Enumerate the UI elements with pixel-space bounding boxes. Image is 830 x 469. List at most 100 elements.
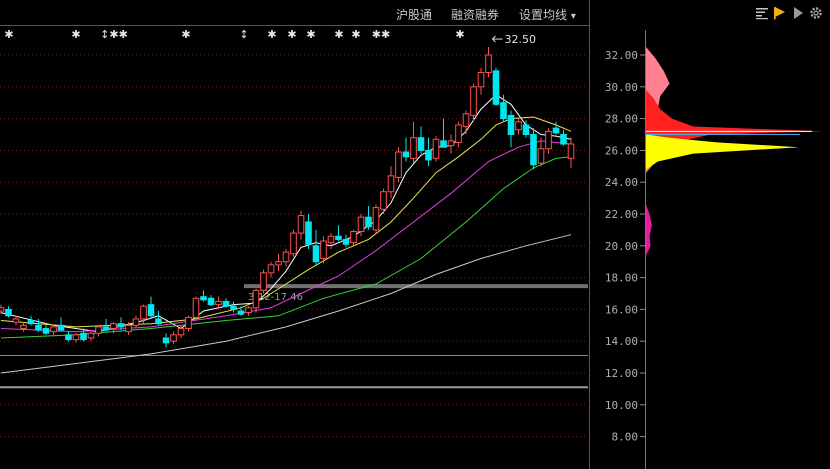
event-marker[interactable]: ✱ [71, 28, 80, 41]
candle-down[interactable] [335, 235, 342, 240]
candle-down[interactable] [500, 102, 507, 120]
candle-up[interactable] [245, 307, 252, 314]
candle-up[interactable] [290, 232, 297, 255]
candle-down[interactable] [80, 332, 87, 341]
margin-trading-link[interactable]: 融资融券 [451, 6, 499, 23]
flag-icon[interactable] [773, 6, 787, 20]
candle-up[interactable] [297, 215, 305, 234]
event-marker[interactable]: ↕ [239, 28, 248, 41]
candle-down[interactable] [222, 300, 230, 307]
candle-up[interactable] [395, 151, 402, 178]
candle-down[interactable] [207, 297, 215, 306]
event-marker[interactable]: ↕✱✱ [100, 28, 128, 41]
price-tick-label: 16.00 [605, 303, 638, 316]
candle-up[interactable] [372, 207, 380, 231]
candle-down[interactable] [342, 238, 350, 245]
candle-down[interactable] [147, 304, 155, 317]
hgt-link[interactable]: 沪股通 [396, 6, 432, 23]
candle-down[interactable] [560, 134, 567, 145]
candle-up[interactable] [87, 332, 95, 339]
candle-up[interactable] [215, 300, 222, 306]
candle-up[interactable] [380, 191, 387, 210]
candle-up[interactable] [12, 318, 20, 323]
event-marker[interactable]: ✱ [455, 28, 464, 41]
candle-up[interactable] [327, 235, 335, 244]
candle-down[interactable] [492, 70, 500, 105]
candle-up[interactable] [515, 121, 522, 131]
candle-down[interactable] [305, 221, 312, 245]
candle-up[interactable] [192, 297, 200, 318]
candle-up[interactable] [470, 86, 477, 116]
candle-up[interactable] [50, 326, 57, 333]
candle-down[interactable] [365, 216, 372, 228]
candle-up[interactable] [387, 175, 395, 193]
candle-up[interactable] [185, 316, 192, 329]
candle-up[interactable] [140, 305, 147, 320]
event-marker[interactable]: ✱ [306, 28, 315, 41]
candle-up[interactable] [267, 264, 275, 274]
candle-down[interactable] [530, 134, 537, 166]
candle-up[interactable] [125, 324, 132, 333]
candle-down[interactable] [35, 324, 42, 331]
bars-icon[interactable] [755, 6, 769, 20]
candle-up[interactable] [260, 272, 267, 291]
candle-down[interactable] [65, 334, 72, 341]
candle-up[interactable] [72, 334, 80, 341]
candle-up[interactable] [282, 251, 290, 263]
candle-down[interactable] [57, 324, 65, 331]
candle-down[interactable] [522, 124, 530, 135]
candle-up[interactable] [320, 240, 327, 260]
candle-up[interactable] [350, 230, 357, 244]
candle-up[interactable] [567, 143, 575, 159]
candle-up[interactable] [462, 113, 470, 128]
candle-up[interactable] [252, 289, 260, 309]
candle-up[interactable] [170, 334, 177, 342]
candle-down[interactable] [425, 149, 432, 161]
candle-up[interactable] [0, 307, 5, 312]
candle-down[interactable] [200, 296, 207, 301]
chip-distribution-chip_magenta [646, 204, 652, 256]
candle-up[interactable] [455, 124, 462, 143]
event-marker[interactable]: ✱ [351, 28, 360, 41]
candle-up[interactable] [537, 148, 545, 164]
candle-up[interactable] [275, 261, 282, 266]
candle-up[interactable] [485, 54, 492, 73]
candle-down[interactable] [417, 137, 425, 151]
event-marker[interactable]: ✱ [4, 28, 13, 41]
event-marker[interactable]: ✱ [334, 28, 343, 41]
candle-up[interactable] [132, 318, 140, 326]
candle-down[interactable] [102, 326, 110, 331]
candle-down[interactable] [440, 140, 447, 148]
candle-down[interactable] [162, 337, 170, 344]
candlestick-chart[interactable]: 32.00 30.00 28.00 26.00 24.00 22.00 20.00 18.00… [0, 0, 830, 469]
event-marker[interactable]: ✱ [181, 28, 190, 41]
candle-down[interactable] [507, 114, 515, 135]
candle-down[interactable] [230, 305, 237, 310]
candle-up[interactable] [357, 216, 365, 232]
candle-down[interactable] [155, 318, 162, 325]
candle-up[interactable] [545, 130, 552, 150]
candle-up[interactable] [95, 326, 102, 334]
candle-up[interactable] [20, 324, 27, 329]
candle-down[interactable] [237, 310, 245, 315]
candle-down[interactable] [117, 323, 125, 328]
candle-up[interactable] [410, 137, 417, 159]
candle-down[interactable] [402, 151, 410, 158]
candle-up[interactable] [447, 140, 455, 147]
gear-icon[interactable] [809, 6, 823, 20]
candle-down[interactable] [42, 327, 50, 334]
event-marker[interactable]: ✱ [287, 28, 296, 41]
candle-down[interactable] [5, 308, 12, 317]
event-marker[interactable]: ✱✱ [372, 28, 390, 41]
candle-up[interactable] [177, 327, 185, 336]
high-marker-label: 32.50 [505, 33, 537, 46]
ma-settings-button[interactable]: 设置均线 ▾ [519, 6, 576, 23]
candle-up[interactable] [110, 323, 117, 329]
candle-down[interactable] [552, 127, 560, 134]
play-icon[interactable] [791, 6, 805, 20]
candle-down[interactable] [27, 320, 35, 325]
candle-up[interactable] [477, 71, 485, 88]
event-marker[interactable]: ✱ [267, 28, 276, 41]
candle-down[interactable] [312, 245, 320, 263]
candle-up[interactable] [432, 138, 440, 159]
